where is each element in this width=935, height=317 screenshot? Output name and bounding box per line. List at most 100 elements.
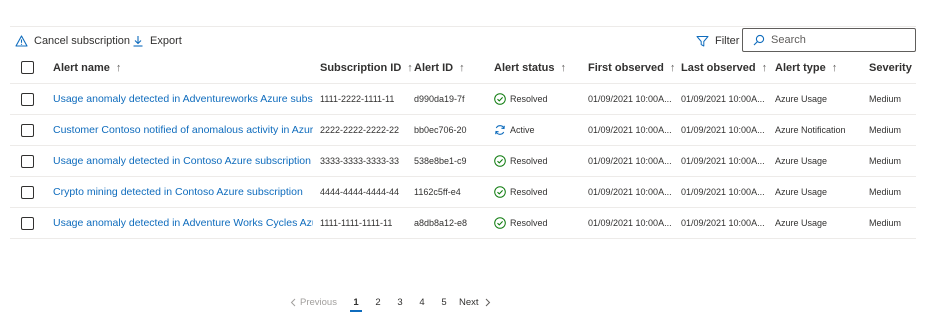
check-circle-icon bbox=[494, 217, 506, 229]
sort-arrow-icon: ↑ bbox=[407, 61, 412, 74]
column-label: Severity bbox=[869, 61, 912, 74]
severity-cell: Medium bbox=[869, 125, 902, 135]
status-label: Active bbox=[510, 125, 535, 135]
filter-icon bbox=[696, 36, 709, 47]
row-select-cell bbox=[21, 208, 37, 238]
status-label: Resolved bbox=[510, 218, 548, 228]
alert-name-link[interactable]: Customer Contoso notified of anomalous a… bbox=[53, 124, 313, 136]
column-label: Alert ID bbox=[414, 61, 454, 74]
warning-icon bbox=[15, 35, 28, 47]
page-1-button[interactable]: 1 bbox=[345, 297, 367, 312]
search-input[interactable] bbox=[771, 34, 901, 46]
column-label: Alert type bbox=[775, 61, 826, 74]
page-2-button[interactable]: 2 bbox=[367, 297, 389, 308]
alert-id-cell: d990da19-7f bbox=[414, 94, 465, 104]
alert-name-link[interactable]: Usage anomaly detected in Adventure Work… bbox=[53, 217, 313, 229]
column-header-last-observed[interactable]: Last observed ↑ bbox=[681, 53, 773, 82]
subscription-id-cell: 1111-1111-1111-11 bbox=[320, 218, 393, 228]
search-icon bbox=[753, 34, 765, 46]
severity-cell: Medium bbox=[869, 156, 902, 166]
first-observed-cell: 01/09/2021 10:00A... bbox=[588, 187, 672, 197]
column-header-severity[interactable]: Severity bbox=[869, 53, 916, 82]
alert-status-cell: Active bbox=[494, 115, 586, 145]
column-header-alert-name[interactable]: Alert name ↑ bbox=[53, 53, 313, 82]
alert-type-cell: Azure Usage bbox=[775, 187, 828, 197]
column-header-alert-type[interactable]: Alert type ↑ bbox=[775, 53, 869, 82]
alert-name-link[interactable]: Usage anomaly detected in Contoso Azure … bbox=[53, 155, 311, 167]
chevron-right-icon bbox=[485, 298, 490, 306]
alert-id-cell: 1162c5ff-e4 bbox=[414, 187, 461, 197]
alert-id-cell: 538e8be1-c9 bbox=[414, 156, 467, 166]
row-select-cell bbox=[21, 177, 37, 207]
subscription-id-cell: 3333-3333-3333-33 bbox=[320, 156, 400, 166]
alert-status-cell: Resolved bbox=[494, 146, 586, 176]
row-checkbox[interactable] bbox=[21, 185, 34, 199]
severity-cell: Medium bbox=[869, 94, 902, 104]
row-checkbox[interactable] bbox=[21, 154, 34, 168]
alert-name-cell: Usage anomaly detected in Adventureworks… bbox=[53, 84, 313, 114]
check-circle-icon bbox=[494, 155, 506, 167]
last-observed-cell: 01/09/2021 10:00A... bbox=[681, 156, 765, 166]
download-icon bbox=[133, 36, 143, 47]
alert-id-cell: a8db8a12-e8 bbox=[414, 218, 468, 228]
alert-name-link[interactable]: Usage anomaly detected in Adventureworks… bbox=[53, 93, 313, 105]
column-label: Subscription ID bbox=[320, 61, 402, 74]
alert-name-cell: Customer Contoso notified of anomalous a… bbox=[53, 115, 313, 145]
search-box[interactable] bbox=[742, 28, 916, 52]
alert-type-cell: Azure Usage bbox=[775, 218, 828, 228]
column-label: Last observed bbox=[681, 61, 756, 74]
next-page-button[interactable]: Next bbox=[459, 297, 491, 308]
last-observed-cell: 01/09/2021 10:00A... bbox=[681, 125, 765, 135]
last-observed-cell: 01/09/2021 10:00A... bbox=[681, 94, 765, 104]
row-checkbox[interactable] bbox=[21, 123, 34, 137]
alert-name-cell: Crypto mining detected in Contoso Azure … bbox=[53, 177, 313, 207]
table-row[interactable]: Usage anomaly detected in Contoso Azure … bbox=[10, 146, 916, 177]
alert-id-cell: bb0ec706-20 bbox=[414, 125, 467, 135]
cancel-subscription-label: Cancel subscription bbox=[34, 35, 130, 47]
row-select-cell bbox=[21, 115, 37, 145]
first-observed-cell: 01/09/2021 10:00A... bbox=[588, 218, 672, 228]
select-all-checkbox[interactable] bbox=[21, 61, 34, 74]
column-header-subscription-id[interactable]: Subscription ID ↑ bbox=[320, 53, 412, 82]
table-row[interactable]: Crypto mining detected in Contoso Azure … bbox=[10, 177, 916, 208]
table-row[interactable]: Customer Contoso notified of anomalous a… bbox=[10, 115, 916, 146]
page-4-button[interactable]: 4 bbox=[411, 297, 433, 308]
last-observed-cell: 01/09/2021 10:00A... bbox=[681, 218, 765, 228]
first-observed-cell: 01/09/2021 10:00A... bbox=[588, 94, 672, 104]
check-circle-icon bbox=[494, 93, 506, 105]
alert-name-cell: Usage anomaly detected in Adventure Work… bbox=[53, 208, 313, 238]
column-header-alert-id[interactable]: Alert ID ↑ bbox=[414, 53, 492, 82]
filter-label: Filter bbox=[715, 35, 740, 47]
column-label: Alert name bbox=[53, 61, 110, 74]
alert-name-link[interactable]: Crypto mining detected in Contoso Azure … bbox=[53, 186, 303, 198]
cancel-subscription-button[interactable]: Cancel subscription bbox=[15, 33, 130, 49]
row-select-cell bbox=[21, 84, 37, 114]
subscription-id-cell: 4444-4444-4444-44 bbox=[320, 187, 400, 197]
row-checkbox[interactable] bbox=[21, 216, 34, 230]
alert-status-cell: Resolved bbox=[494, 84, 586, 114]
export-button[interactable]: Export bbox=[132, 33, 182, 49]
page-5-button[interactable]: 5 bbox=[433, 297, 455, 308]
previous-page-button[interactable]: Previous bbox=[290, 297, 337, 308]
sort-arrow-icon: ↑ bbox=[459, 61, 465, 74]
status-label: Resolved bbox=[510, 94, 548, 104]
table-row[interactable]: Usage anomaly detected in Adventureworks… bbox=[10, 84, 916, 115]
chevron-left-icon bbox=[290, 298, 296, 306]
export-label: Export bbox=[150, 35, 182, 47]
row-checkbox[interactable] bbox=[21, 92, 34, 106]
page-3-button[interactable]: 3 bbox=[389, 297, 411, 308]
first-observed-cell: 01/09/2021 10:00A... bbox=[588, 156, 672, 166]
severity-cell: Medium bbox=[869, 218, 902, 228]
column-header-first-observed[interactable]: First observed ↑ bbox=[588, 53, 680, 82]
column-label: Alert status bbox=[494, 61, 555, 74]
alerts-table: Alert name ↑ Subscription ID ↑ Alert ID ↑ A… bbox=[10, 53, 916, 239]
pagination: Previous 12345 Next bbox=[290, 294, 491, 312]
sort-arrow-icon: ↑ bbox=[831, 61, 838, 74]
table-row[interactable]: Usage anomaly detected in Adventure Work… bbox=[10, 208, 916, 239]
status-label: Resolved bbox=[510, 156, 548, 166]
select-all-cell bbox=[21, 53, 37, 82]
column-header-alert-status[interactable]: Alert status ↑ bbox=[494, 53, 586, 82]
sort-arrow-icon: ↑ bbox=[669, 61, 676, 74]
alert-type-cell: Azure Usage bbox=[775, 94, 828, 104]
filter-button[interactable]: Filter bbox=[696, 33, 739, 49]
